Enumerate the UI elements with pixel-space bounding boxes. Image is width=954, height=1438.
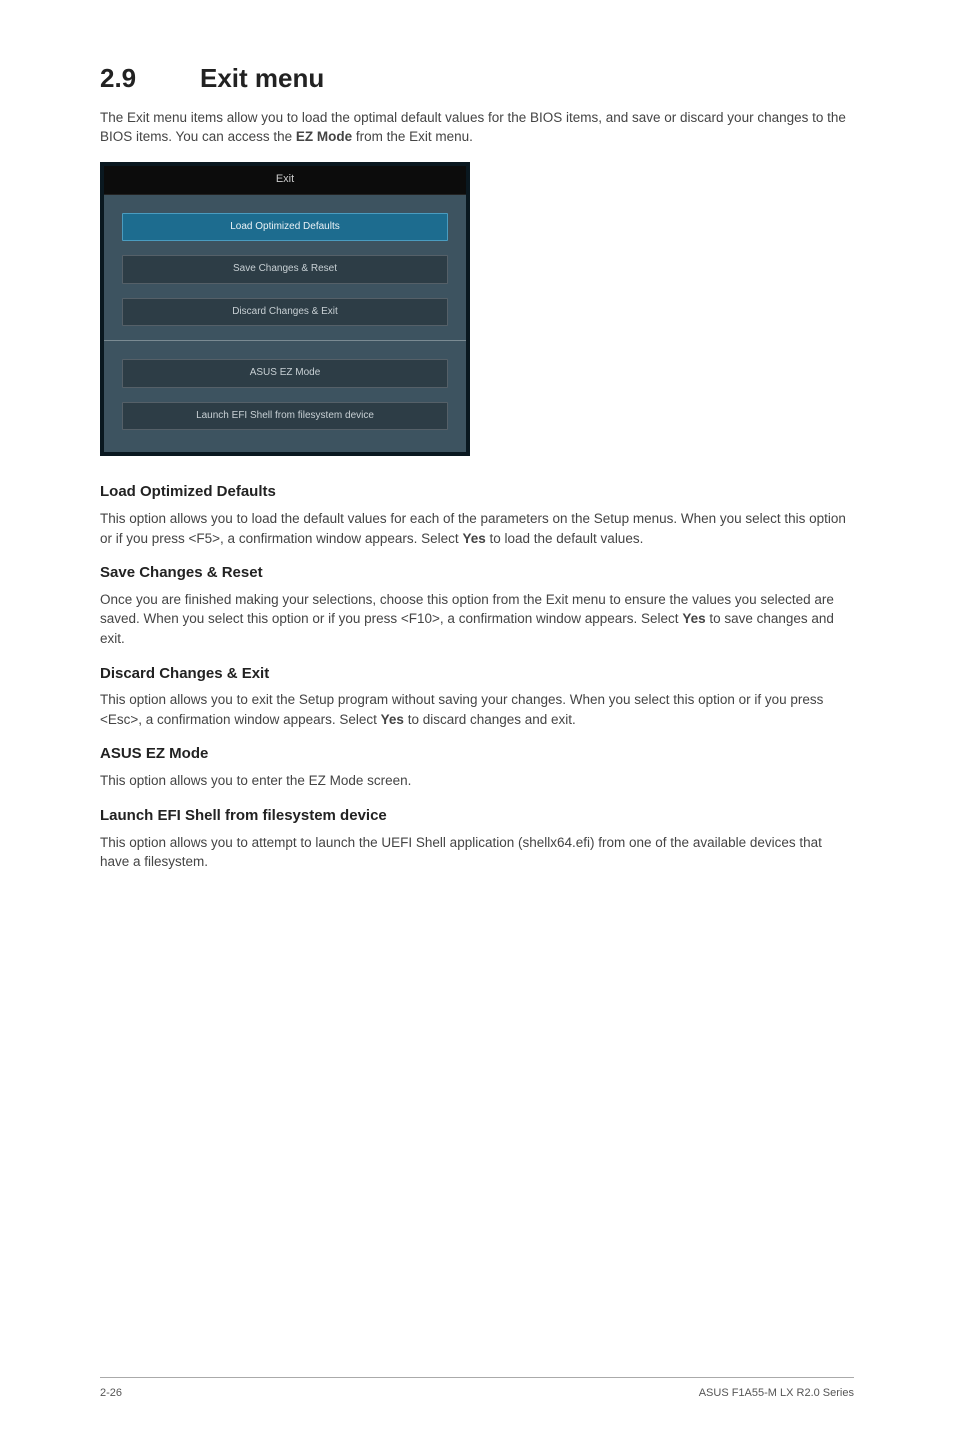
bios-section-bottom: ASUS EZ Mode Launch EFI Shell from files… xyxy=(104,340,466,452)
ez-mode-heading: ASUS EZ Mode xyxy=(100,743,854,765)
launch-efi-heading: Launch EFI Shell from filesystem device xyxy=(100,805,854,827)
intro-bold: EZ Mode xyxy=(296,129,352,144)
section-number: 2.9 xyxy=(100,60,200,98)
section-name: Exit menu xyxy=(200,63,324,93)
discard-changes-paragraph: This option allows you to exit the Setup… xyxy=(100,690,854,729)
bios-section-top: Load Optimized Defaults Save Changes & R… xyxy=(104,195,466,341)
save-changes-heading: Save Changes & Reset xyxy=(100,562,854,584)
section-title: 2.9Exit menu xyxy=(100,60,854,98)
load-defaults-paragraph: This option allows you to load the defau… xyxy=(100,509,854,548)
product-name: ASUS F1A55-M LX R2.0 Series xyxy=(699,1386,854,1402)
discard-changes-heading: Discard Changes & Exit xyxy=(100,663,854,685)
text-segment: to discard changes and exit. xyxy=(404,712,576,727)
page-number: 2-26 xyxy=(100,1386,122,1402)
text-bold: Yes xyxy=(381,712,404,727)
launch-efi-shell-button[interactable]: Launch EFI Shell from filesystem device xyxy=(122,402,448,431)
bios-exit-panel: Exit Load Optimized Defaults Save Change… xyxy=(100,162,470,456)
discard-changes-exit-button[interactable]: Discard Changes & Exit xyxy=(122,298,448,327)
load-defaults-heading: Load Optimized Defaults xyxy=(100,481,854,503)
intro-prefix: The Exit menu items allow you to load th… xyxy=(100,110,846,145)
ez-mode-paragraph: This option allows you to enter the EZ M… xyxy=(100,771,854,791)
load-optimized-defaults-button[interactable]: Load Optimized Defaults xyxy=(122,213,448,242)
text-bold: Yes xyxy=(462,531,485,546)
save-changes-reset-button[interactable]: Save Changes & Reset xyxy=(122,255,448,284)
page-footer: 2-26 ASUS F1A55-M LX R2.0 Series xyxy=(100,1377,854,1402)
save-changes-paragraph: Once you are finished making your select… xyxy=(100,590,854,649)
bios-panel-header: Exit xyxy=(104,166,466,195)
text-bold: Yes xyxy=(682,611,705,626)
launch-efi-paragraph: This option allows you to attempt to lau… xyxy=(100,833,854,872)
intro-suffix: from the Exit menu. xyxy=(352,129,473,144)
intro-paragraph: The Exit menu items allow you to load th… xyxy=(100,108,854,147)
asus-ez-mode-button[interactable]: ASUS EZ Mode xyxy=(122,359,448,388)
text-segment: to load the default values. xyxy=(486,531,644,546)
